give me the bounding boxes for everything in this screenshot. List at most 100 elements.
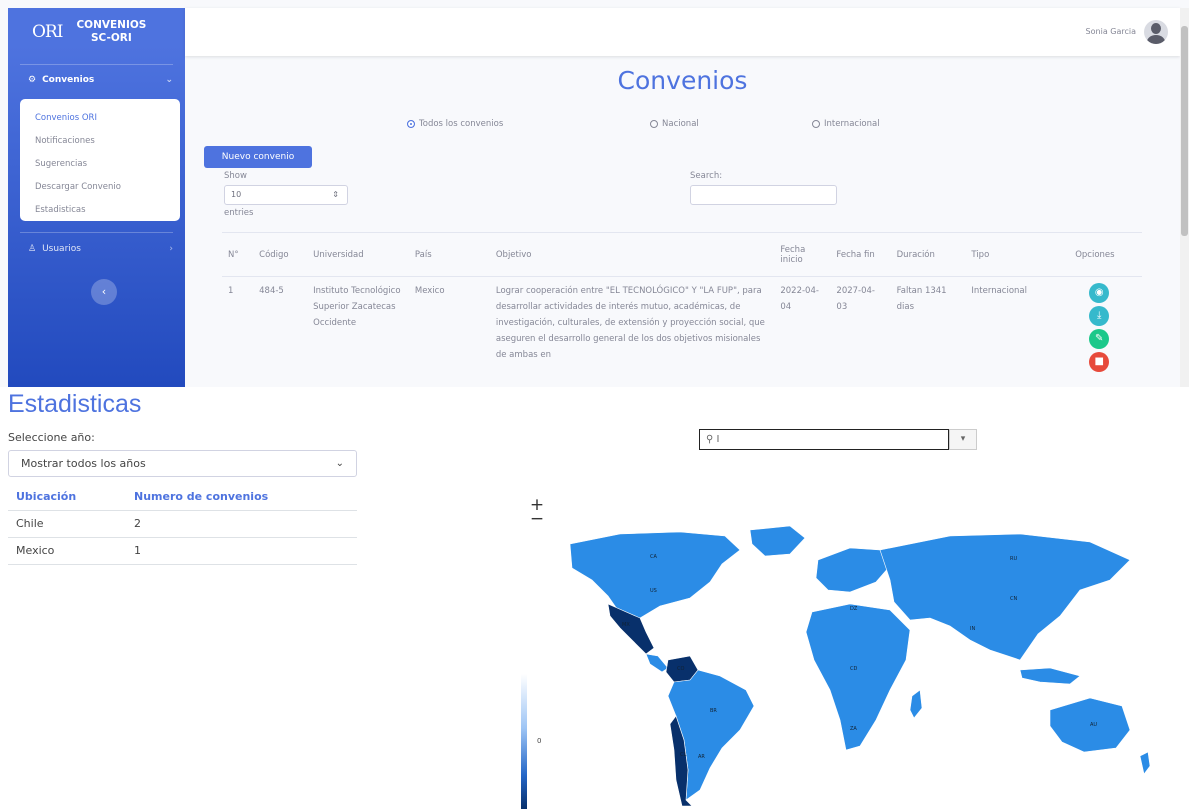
region-greenland[interactable]	[749, 525, 806, 557]
sidebar-item-label: Convenios	[42, 75, 95, 85]
col-codigo[interactable]: Código	[253, 232, 308, 277]
cell-codigo: 484-5	[259, 286, 284, 296]
table-row: 1 484-5 Instituto Tecnológico Superior Z…	[222, 277, 1142, 382]
col-opciones[interactable]: Opciones	[1069, 232, 1142, 277]
map-landmasses	[569, 525, 1151, 807]
map-label: CL	[680, 752, 686, 758]
avatar[interactable]	[1144, 20, 1168, 44]
col-fecha-fin[interactable]: Fecha fin	[830, 232, 891, 277]
filter-label: Nacional	[662, 119, 699, 129]
chevron-right-icon: ›	[169, 244, 173, 254]
submenu-item-convenios-ori[interactable]: Convenios ORI	[20, 107, 180, 130]
region-central-america[interactable]	[645, 653, 669, 673]
user-icon: ♙	[28, 244, 37, 254]
submenu-item-descargar-convenio[interactable]: Descargar Convenio	[20, 176, 180, 199]
chevron-down-icon: ▾	[960, 434, 966, 444]
cell-fecha-inicio: 2022-04-04	[780, 286, 819, 312]
submenu-item-sugerencias[interactable]: Sugerencias	[20, 153, 180, 176]
col-duracion[interactable]: Duración	[890, 232, 966, 277]
trash-icon: ■	[1094, 356, 1104, 367]
user-name[interactable]: Sonia Garcia	[1086, 27, 1136, 36]
filter-internacional[interactable]: Internacional	[812, 119, 880, 129]
edit-button[interactable]: ✎	[1089, 329, 1110, 349]
sidebar-toggle-button[interactable]: ‹	[91, 279, 117, 305]
view-button[interactable]: ◉	[1089, 283, 1110, 303]
filter-todos[interactable]: Todos los convenios	[407, 119, 503, 129]
year-select[interactable]: Mostrar todos los años ⌄	[8, 450, 357, 477]
entries-label: entries	[224, 208, 254, 218]
gear-icon: ⚙	[28, 75, 37, 85]
col-n[interactable]: N°	[222, 232, 254, 277]
cell-duracion: Faltan 1341 dias	[896, 286, 947, 312]
map-label: CN	[1010, 596, 1017, 602]
app-screenshot: ORI CONVENIOS SC-ORI ⚙ Convenios ⌄ Conve…	[0, 0, 1189, 387]
region-madagascar[interactable]	[909, 689, 923, 719]
radio-checked-icon[interactable]	[407, 120, 415, 128]
sort-arrows-icon: ⇕	[332, 190, 339, 199]
map-label: RU	[1010, 556, 1017, 562]
year-select-value: Mostrar todos los años	[21, 457, 146, 470]
col-objetivo[interactable]: Objetivo	[489, 232, 775, 277]
submenu-item-estadisticas[interactable]: Estadisticas	[20, 199, 180, 222]
col-universidad[interactable]: Universidad	[307, 232, 409, 277]
cell-n: 1	[228, 286, 234, 296]
cell-tipo: Internacional	[971, 286, 1027, 296]
color-legend-bar	[521, 674, 527, 809]
region-europe[interactable]	[815, 547, 891, 593]
table-header-row: N° Código Universidad País Objetivo Fech…	[222, 232, 1142, 277]
brand-text: CONVENIOS SC-ORI	[76, 19, 146, 45]
region-asia[interactable]	[879, 533, 1131, 661]
search-input[interactable]	[690, 185, 837, 205]
chevron-down-icon: ⌄	[165, 75, 173, 85]
region-new-zealand[interactable]	[1139, 751, 1151, 775]
world-map[interactable]: CA US MX CO BR CL AR DZ CD ZA RU CN IN A…	[550, 520, 1165, 809]
filter-label: Internacional	[824, 119, 880, 129]
map-search-dropdown-button[interactable]: ▾	[949, 429, 977, 450]
region-indonesia[interactable]	[1019, 667, 1081, 685]
page-title: Convenios	[617, 66, 748, 95]
region-africa[interactable]	[805, 603, 911, 751]
cell-ubicacion: Mexico	[8, 537, 126, 565]
map-label: AR	[698, 754, 705, 760]
chevron-left-icon: ‹	[101, 285, 107, 298]
col-tipo[interactable]: Tipo	[965, 232, 1070, 277]
col-numero-convenios: Numero de convenios	[126, 484, 357, 511]
cell-opciones: ◉ ⤓ ✎ ■	[1069, 277, 1142, 382]
cell-ubicacion: Chile	[8, 510, 126, 538]
scrollbar-thumb[interactable]	[1181, 26, 1188, 236]
sidebar-divider	[20, 232, 173, 233]
region-north-america[interactable]	[569, 531, 741, 619]
legend-tick: 0	[537, 737, 542, 745]
topbar: Sonia Garcia	[185, 8, 1180, 56]
scrollbar[interactable]	[1180, 8, 1189, 387]
convenios-submenu: Convenios ORI Notificaciones Sugerencias…	[20, 99, 180, 221]
radio-icon[interactable]	[812, 120, 820, 128]
locations-table: Ubicación Numero de convenios Chile 2 Me…	[8, 484, 357, 565]
map-label: AU	[1090, 722, 1097, 728]
sidebar-item-usuarios[interactable]: ♙ Usuarios ›	[28, 244, 173, 254]
zoom-out-button[interactable]: −	[528, 511, 546, 528]
filter-nacional[interactable]: Nacional	[650, 119, 699, 129]
col-fecha-inicio[interactable]: Fecha inicio	[774, 232, 831, 277]
cell-numero: 2	[126, 510, 357, 538]
brand-line-2: SC-ORI	[91, 32, 132, 44]
entries-value: 10	[231, 190, 242, 199]
new-convenio-button[interactable]: Nuevo convenio	[204, 146, 312, 168]
radio-icon[interactable]	[650, 120, 658, 128]
map-label: MX	[622, 622, 630, 628]
cell-fecha-fin: 2027-04-03	[836, 286, 876, 312]
brand-line-1: CONVENIOS	[76, 19, 147, 31]
map-label: CO	[677, 666, 684, 672]
download-button[interactable]: ⤓	[1089, 306, 1110, 326]
submenu-item-notificaciones[interactable]: Notificaciones	[20, 130, 180, 153]
entries-select[interactable]: 10 ⇕	[224, 185, 348, 205]
brand[interactable]: ORI CONVENIOS SC-ORI	[8, 8, 185, 56]
map-search-input[interactable]: ⚲ I	[699, 429, 949, 450]
convenios-table: N° Código Universidad País Objetivo Fech…	[222, 232, 1142, 381]
col-pais[interactable]: País	[408, 232, 490, 277]
map-search: ⚲ I ▾	[699, 429, 977, 450]
sidebar: ORI CONVENIOS SC-ORI ⚙ Convenios ⌄ Conve…	[8, 8, 185, 387]
stats-title: Estadisticas	[8, 390, 142, 418]
sidebar-item-convenios[interactable]: ⚙ Convenios ⌄	[28, 75, 173, 85]
delete-button[interactable]: ■	[1089, 352, 1110, 372]
